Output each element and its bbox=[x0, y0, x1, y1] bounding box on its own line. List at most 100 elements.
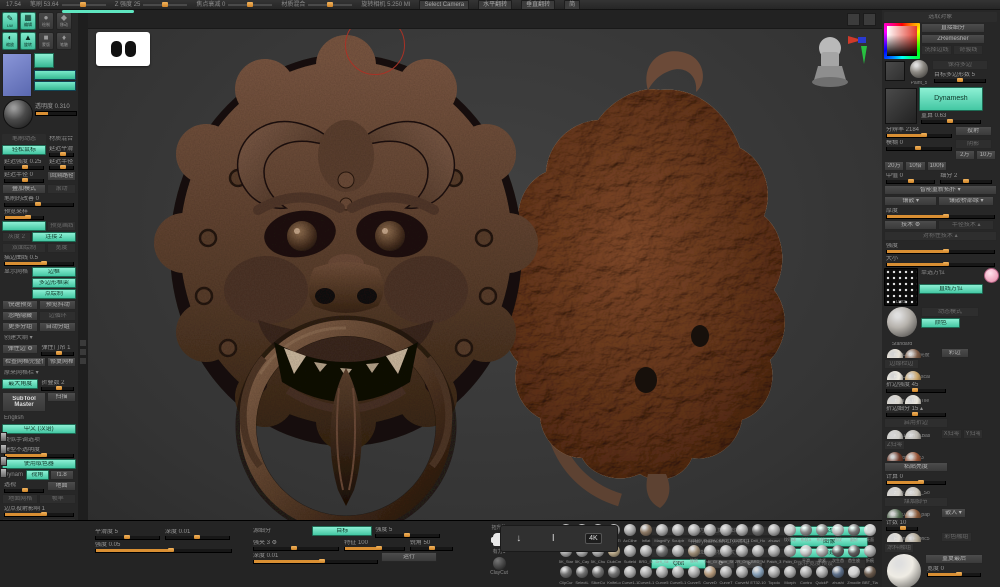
claycut-sphere-icon[interactable] bbox=[493, 557, 506, 570]
text-cursor-icon[interactable]: I bbox=[552, 533, 555, 544]
panel-cell[interactable]: 弹性门帘 1 bbox=[39, 344, 75, 356]
panel-cell[interactable]: 折边强度 45 bbox=[884, 381, 948, 393]
panel-cell[interactable]: zbro_r3 23 bbox=[884, 451, 940, 461]
panel-cell[interactable]: 笔刷的改善 0 bbox=[2, 195, 76, 207]
brush-thumbnail[interactable]: 亮面 bbox=[862, 523, 878, 544]
tray-cell[interactable]: 强度 5 bbox=[373, 526, 442, 538]
brush-standard-thumb[interactable]: Standard bbox=[884, 307, 920, 347]
alpha-pink-dot[interactable] bbox=[984, 268, 999, 283]
alpha-thumb[interactable]: alpha Off bbox=[884, 87, 918, 125]
tray-cell[interactable]: 强度 0.05 bbox=[93, 541, 234, 553]
dynamesh-resolution-slider[interactable]: 分辨率 2184 bbox=[884, 126, 954, 138]
panel-cell[interactable]: 技术 ⚙ bbox=[884, 220, 937, 230]
panel-cell[interactable]: 粘贴亮度 bbox=[884, 462, 948, 472]
panel-cell[interactable]: Paint_5 bbox=[907, 60, 931, 86]
secondary-swatch[interactable] bbox=[34, 53, 54, 68]
panel-cell[interactable]: 连接 2 bbox=[32, 232, 76, 242]
panel-cell[interactable]: 颜色 bbox=[921, 318, 960, 328]
panel-cell[interactable]: zb502 dark_pap bbox=[884, 508, 940, 518]
panel-cell[interactable]: 扫描 bbox=[47, 392, 76, 402]
panel-cell[interactable]: 模糊 0 bbox=[884, 139, 954, 151]
panel-cell[interactable]: 大小 bbox=[884, 255, 997, 267]
panel-cell[interactable]: 更多分组 bbox=[2, 322, 38, 332]
tray-cell[interactable]: 特征 100 bbox=[342, 539, 407, 551]
panel-cell[interactable]: 100倍 bbox=[927, 161, 948, 171]
panel-cell[interactable]: 边框 bbox=[32, 267, 76, 277]
panel-cell[interactable]: 修复网格 bbox=[47, 357, 76, 367]
tray-cell[interactable]: 目标 bbox=[312, 526, 372, 536]
panel-cell[interactable]: 2万 bbox=[955, 150, 975, 160]
move-tool[interactable]: ◆移动 bbox=[56, 12, 72, 30]
panel-cell[interactable]: 叠加模式 bbox=[2, 184, 46, 194]
panel-cell[interactable]: 厚度 bbox=[884, 207, 997, 219]
panel-cell[interactable]: f1.8 bbox=[50, 470, 74, 480]
zremesher-button[interactable]: ZRemesher bbox=[921, 34, 985, 44]
lightbox-tool[interactable]: ✎LW bbox=[2, 12, 18, 30]
panel-cell[interactable]: 嵌入 ▾ bbox=[941, 508, 967, 518]
panel-cell[interactable]: 宽度 0 bbox=[925, 565, 983, 577]
tray-cell[interactable]: 强夹 3 ⚙ bbox=[251, 539, 341, 551]
panel-cell[interactable]: 细分 2 bbox=[938, 172, 994, 184]
panel-cell[interactable]: Bois M.TrueTile bbox=[884, 394, 940, 404]
dynamesh-button[interactable]: Dynamesh bbox=[919, 87, 983, 111]
tray-cell[interactable]: 深度 0.01 bbox=[251, 552, 380, 564]
panel-cell[interactable]: 透视 bbox=[2, 481, 46, 493]
scale-tool[interactable]: ◐缩放 bbox=[2, 32, 18, 50]
brush-thumbnail[interactable]: BBT_Tia bbox=[862, 565, 878, 586]
panel-cell[interactable]: 重复最后 bbox=[925, 554, 983, 564]
panel-cell[interactable]: 直接细分 bbox=[921, 23, 985, 33]
active-color-swatch[interactable] bbox=[2, 53, 32, 97]
panel-cell[interactable]: 使用取色器 bbox=[2, 459, 76, 469]
panel-cell[interactable]: 10万 bbox=[976, 150, 996, 160]
tray-cell[interactable]: 深度 0.01 bbox=[163, 528, 232, 540]
brush-thumbnail[interactable]: 折痕 bbox=[862, 544, 878, 565]
panel-cell[interactable]: FlatCap L1_scal bbox=[884, 370, 940, 380]
panel-cell[interactable]: 地面 bbox=[47, 481, 76, 491]
doc-zoom-value[interactable]: 17.54 bbox=[6, 2, 21, 8]
panel-cell[interactable]: 彩边 bbox=[941, 348, 969, 358]
camera-rotate-value[interactable]: 旋转相机 5.250 MI bbox=[361, 2, 410, 8]
panel-cell[interactable]: 延迟强度 0.25 bbox=[2, 158, 46, 170]
resolution-4k-button[interactable]: 4K bbox=[585, 533, 602, 544]
flip-h-button[interactable]: 水平翻转 bbox=[478, 0, 512, 10]
flip-v-button[interactable]: 垂直翻转 bbox=[521, 0, 555, 10]
edit-tool[interactable]: ▦编辑 bbox=[20, 12, 36, 30]
panel-cell[interactable]: 描边曲线 0.5 bbox=[2, 254, 76, 266]
panel-cell[interactable]: 检查网格完整性 bbox=[2, 357, 46, 367]
sculpt-canvas[interactable] bbox=[88, 28, 882, 520]
gradient-bar[interactable] bbox=[34, 81, 76, 91]
alpha-stamp-preview[interactable] bbox=[96, 32, 150, 66]
panel-cell[interactable]: 智能重新拓扑 ▾ bbox=[884, 185, 997, 195]
panel-cell[interactable]: 自动分组 bbox=[39, 322, 75, 332]
panel-cell[interactable]: 直线方位 bbox=[919, 284, 983, 294]
language-chinese-button[interactable]: 中文 (汉语) bbox=[2, 424, 76, 434]
panel-cell[interactable]: 模型不透明度 bbox=[2, 446, 76, 458]
panel-cell[interactable]: 延迟半径 1 bbox=[47, 158, 76, 170]
panel-cell[interactable]: 折边细分 15 ▴ bbox=[884, 405, 948, 417]
panel-cell[interactable]: 弹性边 ⚙ bbox=[2, 344, 38, 354]
panel-cell[interactable]: 快速预览 bbox=[2, 300, 38, 310]
panel-cell[interactable]: 重算 0.63 bbox=[919, 112, 983, 124]
gradient-bar[interactable] bbox=[34, 70, 76, 80]
panel-cell[interactable]: 镶嵌桥部缘 ▾ bbox=[938, 196, 994, 206]
panel-cell[interactable]: 多边形框架 bbox=[32, 278, 76, 288]
panel-cell[interactable]: zbro_SoMm_So bbox=[884, 486, 940, 496]
panel-cell[interactable] bbox=[2, 221, 46, 231]
panel-cell[interactable]: 最大角度 bbox=[2, 379, 38, 389]
panel-cell[interactable]: 计算 0 bbox=[884, 473, 948, 485]
panel-cell[interactable]: 中值 0 bbox=[884, 172, 937, 184]
panel-cell[interactable]: 投射 bbox=[955, 126, 992, 136]
download-icon[interactable]: ↓ bbox=[516, 533, 521, 544]
panel-cell[interactable]: 轻松鼠标 bbox=[2, 145, 46, 155]
panel-cell[interactable]: 强度 bbox=[884, 242, 997, 254]
subtool-master-button[interactable]: SubTool Master bbox=[2, 392, 46, 412]
rotate-tool[interactable]: ▲旋转 bbox=[20, 32, 36, 50]
panel-cell[interactable]: 延迟平滑 0 bbox=[47, 145, 76, 157]
mask-tool[interactable]: ■蒙版 bbox=[38, 32, 54, 50]
lang-button[interactable]: 简 bbox=[564, 0, 580, 10]
select-camera-dropdown[interactable]: Select Camera bbox=[419, 0, 469, 10]
panel-cell[interactable]: 视角 bbox=[26, 470, 49, 480]
draw-tool[interactable]: ●绘制 bbox=[38, 12, 54, 30]
panel-cell[interactable]: 忽略隐藏 bbox=[2, 311, 38, 321]
focal-shift-slider[interactable]: 焦点衰减 0 bbox=[196, 2, 272, 8]
